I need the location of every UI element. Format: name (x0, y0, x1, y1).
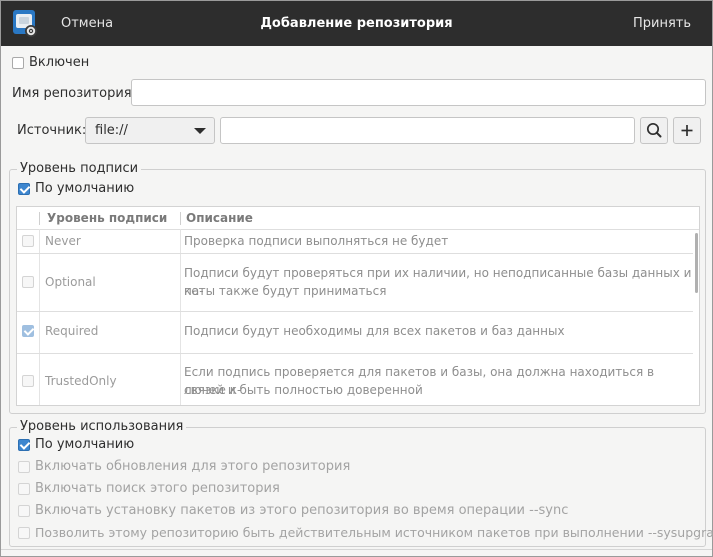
repo-name-input[interactable] (131, 79, 706, 106)
search-button[interactable] (640, 117, 668, 144)
plus-icon (681, 125, 693, 136)
usage-default-label: По умолчанию (35, 437, 135, 452)
enabled-label: Включен (29, 55, 90, 70)
usage-upgrade-checkbox[interactable] (18, 527, 30, 539)
source-label: Источник: (17, 123, 87, 138)
usage-updates-checkbox[interactable] (18, 461, 30, 473)
column-divider (39, 229, 40, 405)
enabled-checkbox[interactable] (12, 57, 24, 69)
add-repository-dialog: Отмена Добавление репозитория Принять Вк… (0, 0, 713, 557)
row-level: TrustedOnly (45, 374, 117, 388)
repo-name-label: Имя репозитория: (12, 86, 136, 101)
accept-button[interactable]: Принять (633, 16, 691, 31)
usage-search-label: Включать поиск этого репозитория (35, 481, 280, 496)
usage-default-checkbox[interactable] (18, 439, 30, 451)
row-checkbox[interactable] (22, 276, 34, 288)
signature-default-checkbox[interactable] (18, 183, 30, 195)
usage-upgrade-label: Позволить этому репозиторию быть действи… (35, 525, 713, 540)
row-divider (17, 353, 693, 354)
header-divider (17, 229, 699, 230)
row-level: Required (45, 324, 99, 338)
search-icon (646, 122, 662, 138)
protocol-select[interactable]: file:// (85, 117, 215, 144)
usage-install-label: Включать установку пакетов из этого репо… (35, 503, 569, 518)
row-checkbox[interactable] (22, 375, 34, 387)
usage-level-frame-label: Уровень использования (17, 419, 187, 434)
cancel-button[interactable]: Отмена (61, 16, 113, 31)
add-button[interactable] (673, 117, 701, 144)
table-scrollbar[interactable] (695, 233, 698, 293)
chevron-down-icon (194, 128, 206, 134)
column-header-level[interactable]: Уровень подписи (47, 207, 167, 229)
signature-level-frame-label: Уровень подписи (17, 161, 142, 176)
row-description: лючей и быть полностью доверенной (184, 383, 423, 397)
row-checkbox[interactable] (22, 325, 34, 337)
row-level: Never (45, 234, 81, 248)
row-level: Optional (45, 275, 96, 289)
row-description: Проверка подписи выполняться не будет (184, 234, 449, 248)
column-separator (39, 212, 40, 225)
protocol-select-value: file:// (95, 123, 128, 138)
column-header-description[interactable]: Описание (186, 207, 253, 229)
bottom-divider (1, 549, 712, 550)
usage-updates-label: Включать обновления для этого репозитори… (35, 459, 351, 474)
signature-level-table: Уровень подписи Описание Never Проверка … (16, 206, 700, 406)
source-path-input[interactable] (220, 117, 635, 144)
usage-install-checkbox[interactable] (18, 505, 30, 517)
app-package-settings-icon (11, 7, 41, 39)
column-divider (180, 229, 181, 405)
row-divider (17, 253, 693, 254)
usage-search-checkbox[interactable] (18, 483, 30, 495)
column-separator (180, 212, 181, 225)
header-bar: Отмена Добавление репозитория Принять (1, 1, 712, 46)
signature-default-label: По умолчанию (35, 181, 135, 196)
row-description: кеты также будут приниматься (184, 284, 387, 298)
row-description: Подписи будут необходимы для всех пакето… (184, 324, 565, 338)
row-divider (17, 311, 693, 312)
row-checkbox[interactable] (22, 235, 34, 247)
